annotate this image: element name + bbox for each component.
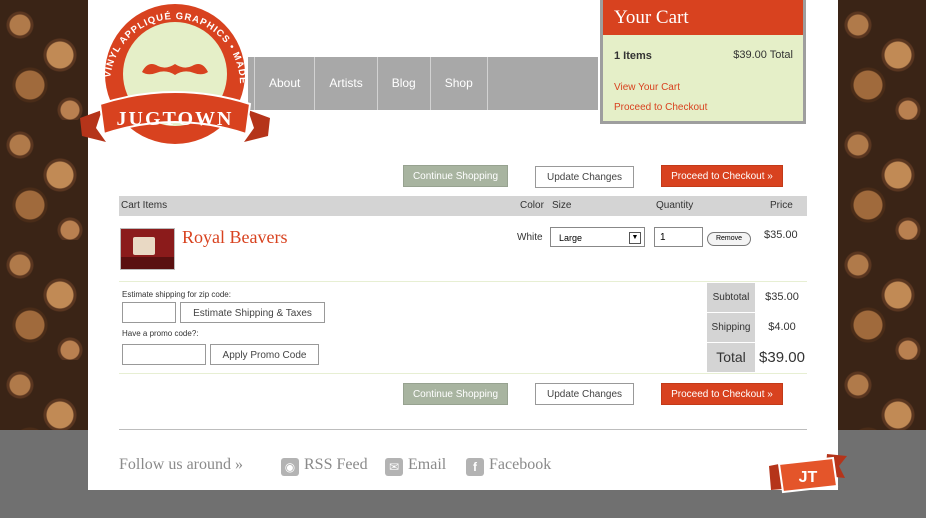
checkout-button-bottom[interactable]: Proceed to Checkout »	[661, 383, 783, 405]
continue-shopping-button-top[interactable]: Continue Shopping	[403, 165, 508, 187]
email-icon[interactable]: ✉	[385, 458, 403, 476]
mini-cart-body: 1 Items $39.00 Total View Your Cart Proc…	[603, 35, 803, 121]
jt-badge-logo[interactable]: JT	[765, 452, 849, 496]
header-price: Price	[770, 200, 793, 211]
facebook-link[interactable]: Facebook	[489, 456, 551, 474]
size-select-value: Large	[559, 233, 583, 243]
header-cart-items: Cart Items	[121, 200, 168, 211]
size-select[interactable]: Large ▼	[550, 227, 645, 247]
dropdown-arrow-icon: ▼	[629, 232, 641, 244]
header-quantity: Quantity	[656, 200, 694, 211]
logo-wordmark: JUGTOWN	[117, 108, 234, 130]
estimate-shipping-button[interactable]: Estimate Shipping & Taxes	[180, 302, 325, 323]
zip-input[interactable]	[122, 302, 176, 323]
promo-input[interactable]	[122, 344, 206, 365]
wood-background-left	[0, 0, 88, 430]
nav-shop[interactable]: Shop	[431, 57, 488, 110]
email-link[interactable]: Email	[408, 456, 446, 474]
total-value: $39.00	[759, 349, 805, 366]
rss-icon[interactable]: ◉	[281, 458, 299, 476]
follow-us-label: Follow us around »	[119, 456, 243, 473]
cart-table-header: Cart Items Color Size Quantity Price	[119, 196, 807, 216]
update-changes-button-bottom[interactable]: Update Changes	[535, 383, 634, 405]
main-nav: About Artists Blog Shop	[248, 57, 598, 110]
product-color: White	[517, 232, 543, 243]
mini-cart-checkout-link[interactable]: Proceed to Checkout	[614, 102, 707, 113]
header-color: Color	[520, 200, 544, 211]
total-label: Total	[707, 343, 755, 372]
product-name-link[interactable]: Royal Beavers	[182, 227, 287, 248]
facebook-icon[interactable]: f	[466, 458, 484, 476]
mini-cart-total: $39.00 Total	[733, 49, 793, 61]
shipping-value: $4.00	[768, 321, 796, 333]
mini-cart-title: Your Cart	[603, 0, 803, 35]
view-cart-link[interactable]: View Your Cart	[614, 82, 680, 93]
totals-divider	[119, 373, 807, 374]
update-changes-button-top[interactable]: Update Changes	[535, 166, 634, 188]
product-thumbnail[interactable]	[120, 228, 175, 270]
header-size: Size	[552, 200, 572, 211]
nav-artists[interactable]: Artists	[315, 57, 378, 110]
jt-badge-text: JT	[799, 469, 818, 486]
subtotal-value: $35.00	[765, 291, 799, 303]
remove-button[interactable]: Remove	[707, 232, 751, 246]
promo-label: Have a promo code?:	[122, 329, 199, 338]
shipping-label: Shipping	[707, 313, 755, 342]
zip-label: Estimate shipping for zip code:	[122, 290, 231, 299]
jugtown-logo[interactable]: VINYL APPLIQUÉ GRAPHICS • MADE TO ORDER …	[80, 2, 270, 152]
row-divider	[119, 281, 807, 282]
product-price: $35.00	[764, 229, 798, 241]
mustache-icon	[142, 64, 208, 75]
subtotal-label: Subtotal	[707, 283, 755, 312]
mini-cart-items: 1 Items	[614, 50, 652, 62]
checkout-button-top[interactable]: Proceed to Checkout »	[661, 165, 783, 187]
nav-blog[interactable]: Blog	[378, 57, 431, 110]
wood-background-right	[838, 0, 926, 430]
footer-divider	[119, 429, 807, 430]
apply-promo-button[interactable]: Apply Promo Code	[210, 344, 319, 365]
mini-cart: Your Cart 1 Items $39.00 Total View Your…	[600, 0, 806, 124]
continue-shopping-button-bottom[interactable]: Continue Shopping	[403, 383, 508, 405]
quantity-input[interactable]: 1	[654, 227, 703, 247]
rss-feed-link[interactable]: RSS Feed	[304, 456, 368, 474]
